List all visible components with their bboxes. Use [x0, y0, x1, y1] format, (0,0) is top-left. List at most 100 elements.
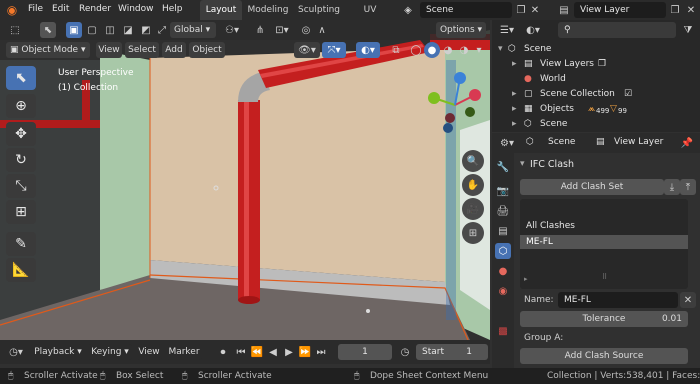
cursor-tool-icon[interactable]: ⊕ [6, 94, 36, 118]
blender-logo-icon[interactable]: ◉ [4, 2, 20, 18]
jump-end-icon[interactable]: ⏭ [314, 344, 328, 360]
expand-icon[interactable]: ▾ [498, 44, 503, 54]
menu-add[interactable]: Add [162, 42, 186, 58]
play-icon[interactable]: ▶ [282, 344, 296, 360]
delete-scene-icon[interactable]: ✕ [528, 2, 542, 18]
outliner-row[interactable]: ▾ ⬡ Scene [492, 42, 700, 57]
menu-view[interactable]: View [96, 42, 122, 58]
name-field[interactable]: ME-FL [558, 292, 678, 308]
editor-type-icon[interactable]: ⬚ [6, 22, 24, 38]
collapse-icon[interactable]: ▸ [512, 119, 517, 129]
select-box-tool-icon[interactable]: ⬉ [6, 66, 36, 90]
outliner-row[interactable]: ▸ ▢ Scene Collection ☑ [492, 87, 700, 102]
annotate-tool-icon[interactable]: ✎ [6, 232, 36, 256]
falloff-icon[interactable]: ∧ [314, 22, 330, 38]
start-frame-field[interactable]: Start 1 [416, 344, 488, 360]
camera-view-icon[interactable]: 🎥 [462, 198, 484, 220]
navigation-gizmo[interactable] [420, 70, 490, 140]
select-box-icon[interactable]: ▣ [66, 22, 82, 38]
keying-menu[interactable]: Keying ▾ [88, 344, 132, 360]
ortho-toggle-icon[interactable]: ⊞ [462, 222, 484, 244]
texture-tab-icon[interactable]: ▩ [495, 323, 511, 339]
world-tab-icon[interactable]: ● [495, 263, 511, 279]
menu-object[interactable]: Object [189, 42, 225, 58]
select-subtract-icon[interactable]: ◫ [102, 22, 118, 38]
export-icon[interactable]: ⤒ [680, 179, 696, 195]
pan-icon[interactable]: ✋ [462, 174, 484, 196]
display-mode-icon[interactable]: ◐▾ [522, 23, 544, 37]
outliner-row[interactable]: ● World [492, 72, 700, 87]
jump-keyframe-back-icon[interactable]: ⏪ [250, 344, 264, 360]
current-frame-field[interactable]: 1 [338, 344, 392, 360]
menu-select[interactable]: Select [125, 42, 159, 58]
visibility-icon[interactable]: 👁▾ [294, 42, 320, 58]
transform-tool-icon[interactable]: ⊞ [6, 200, 36, 224]
pin-icon[interactable]: 📌 [680, 136, 694, 150]
outliner-search-input[interactable]: ⚲ [558, 22, 676, 38]
select-intersect-icon[interactable]: ◩ [138, 22, 154, 38]
wireframe-shading-icon[interactable]: ◯ [408, 42, 424, 58]
3d-viewport[interactable]: ⬚ ⬉ ▣ ▢ ◫ ◪ ◩ ⤢ Global ▾ ⚇▾ ⋔ ⊡▾ ◎ ∧ Opt… [0, 20, 490, 340]
gizmo-icon[interactable]: ⤧▾ [322, 42, 346, 58]
view-layer-field[interactable]: View Layer [574, 2, 666, 18]
scene-field[interactable]: Scene [420, 2, 512, 18]
outliner-editor-icon[interactable]: ☰▾ [498, 23, 516, 37]
remove-clash-set-icon[interactable]: ✕ [680, 292, 696, 308]
snap-target-icon[interactable]: ⊡▾ [270, 22, 294, 38]
pivot-point-icon[interactable]: ⚇▾ [220, 22, 244, 38]
resize-grip-icon[interactable]: ⠿ [602, 273, 607, 281]
select-invert-icon[interactable]: ◪ [120, 22, 136, 38]
transform-orientation-dropdown[interactable]: Global ▾ [170, 22, 216, 38]
new-scene-icon[interactable]: ❐ [514, 2, 528, 18]
menu-window[interactable]: Window [118, 4, 154, 14]
mode-dropdown[interactable]: ▣ Object Mode ▾ [6, 42, 90, 58]
jump-keyframe-forward-icon[interactable]: ⏩ [298, 344, 312, 360]
import-icon[interactable]: ⤓ [664, 179, 680, 195]
record-icon[interactable]: ⏺ [216, 344, 230, 360]
xray-icon[interactable]: ⧉ [388, 42, 404, 58]
playback-menu[interactable]: Playback ▾ [34, 344, 82, 360]
marker-menu[interactable]: Marker [166, 344, 202, 360]
collapse-icon[interactable]: ▸ [512, 59, 517, 69]
menu-help[interactable]: Help [162, 4, 183, 14]
solid-shading-icon[interactable]: ● [424, 42, 440, 58]
collapse-icon[interactable]: ▸ [512, 104, 517, 114]
scale-tool-icon[interactable]: ⤡ [6, 174, 36, 198]
overlays-icon[interactable]: ◐▾ [356, 42, 380, 58]
delete-view-layer-icon[interactable]: ✕ [684, 2, 698, 18]
tab-uv-editing[interactable]: UV Editing [347, 0, 393, 20]
timeline-editor-icon[interactable]: ◷▾ [6, 344, 26, 360]
zoom-icon[interactable]: 🔍 [462, 150, 484, 172]
tab-sculpting[interactable]: Sculpting [296, 0, 342, 20]
panel-collapse-icon[interactable]: ▾ [520, 159, 525, 169]
tab-layout[interactable]: Layout [200, 0, 242, 20]
move-tool-icon[interactable]: ✥ [6, 122, 36, 146]
outliner-row[interactable]: ▸ ⬡ Scene [492, 117, 700, 132]
list-scrollbar[interactable] [690, 199, 698, 289]
outliner-row[interactable]: ▸ ▤ View Layers ❐ [492, 57, 700, 72]
preview-range-icon[interactable]: ◷ [398, 344, 412, 360]
collapse-icon[interactable]: ▸ [512, 89, 517, 99]
select-tool-icon[interactable]: ⬉ [40, 22, 56, 38]
timeline-view-menu[interactable]: View [136, 344, 162, 360]
shading-options-icon[interactable]: ▾ [472, 42, 486, 58]
filter-icon[interactable]: ⧩ [680, 23, 696, 37]
rendered-shading-icon[interactable]: ◑ [456, 42, 472, 58]
outliner-row[interactable]: ▸ ▦ Objects ⩕ 499 ▽ 99 [492, 102, 700, 117]
collection-tab-icon[interactable]: ◉ [495, 283, 511, 299]
list-expand-icon[interactable]: ▸ [524, 275, 528, 283]
tolerance-field[interactable]: Tolerance 0.01 [520, 311, 688, 327]
list-item[interactable]: All Clashes [520, 219, 688, 233]
tool-tab-icon[interactable]: 🔧 [495, 159, 511, 175]
tab-modeling[interactable]: Modeling [245, 0, 291, 20]
add-clash-source-button[interactable]: Add Clash Source [520, 348, 688, 364]
jump-start-icon[interactable]: ⏮ [234, 344, 248, 360]
menu-render[interactable]: Render [79, 4, 111, 14]
new-view-layer-icon[interactable]: ❐ [668, 2, 682, 18]
select-extend-icon[interactable]: ▢ [84, 22, 100, 38]
measure-tool-icon[interactable]: 📐 [6, 258, 36, 282]
play-reverse-icon[interactable]: ◀ [266, 344, 280, 360]
material-shading-icon[interactable]: ◕ [440, 42, 456, 58]
menu-file[interactable]: File [28, 4, 43, 14]
snap-icon[interactable]: ⋔ [252, 22, 268, 38]
